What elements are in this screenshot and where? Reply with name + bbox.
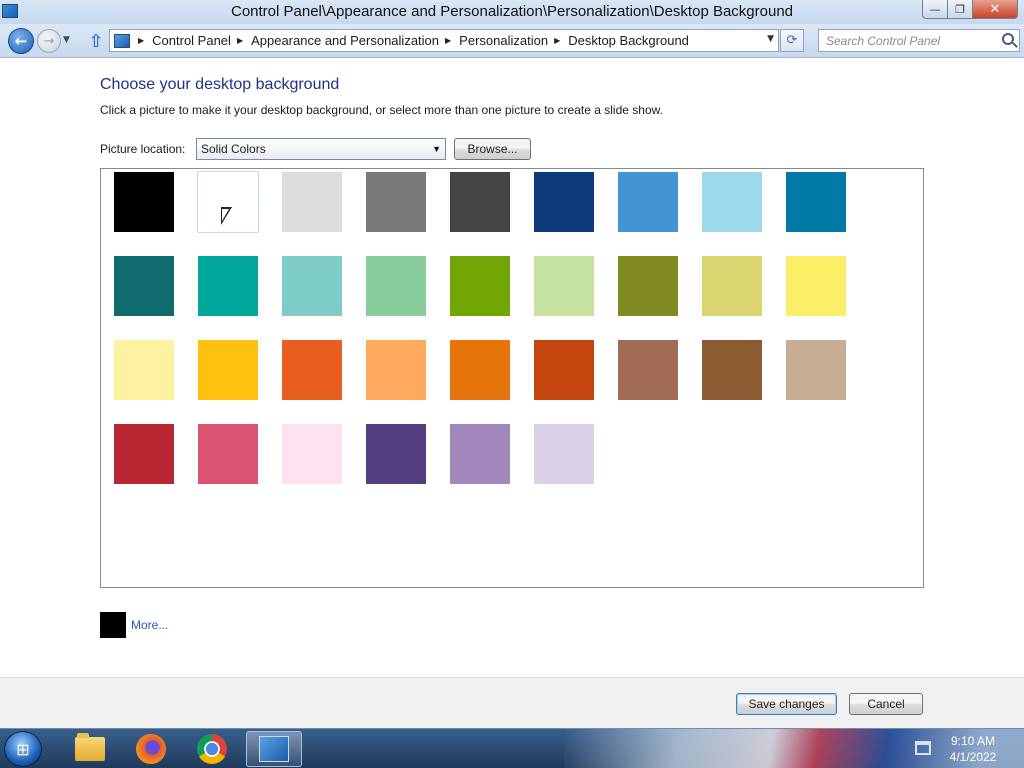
breadcrumb-control-panel[interactable]: Control Panel bbox=[152, 33, 231, 48]
chevron-down-icon: ▼ bbox=[432, 144, 441, 154]
windows-logo-icon: ⊞ bbox=[16, 739, 30, 759]
color-swatch[interactable] bbox=[282, 340, 342, 400]
chevron-right-icon[interactable]: ▶ bbox=[554, 36, 560, 45]
arrow-left-icon: ← bbox=[14, 32, 28, 50]
search-icon[interactable] bbox=[1002, 33, 1014, 45]
color-swatch[interactable] bbox=[114, 340, 174, 400]
back-button[interactable]: ← bbox=[8, 28, 34, 54]
color-swatch[interactable] bbox=[114, 172, 174, 232]
color-swatch[interactable] bbox=[366, 340, 426, 400]
color-swatch[interactable] bbox=[450, 424, 510, 484]
color-swatch[interactable] bbox=[786, 340, 846, 400]
breadcrumb-desktop-background[interactable]: Desktop Background bbox=[568, 33, 689, 48]
color-swatch[interactable] bbox=[534, 172, 594, 232]
chevron-right-icon[interactable]: ▶ bbox=[138, 36, 144, 45]
color-swatch[interactable] bbox=[786, 172, 846, 232]
refresh-button[interactable]: ⟳ bbox=[780, 29, 804, 52]
title-bar: Control Panel\Appearance and Personaliza… bbox=[0, 0, 1024, 24]
color-swatch[interactable] bbox=[198, 424, 258, 484]
picture-location-label: Picture location: bbox=[100, 142, 186, 156]
chevron-right-icon[interactable]: ▶ bbox=[445, 36, 451, 45]
chevron-right-icon[interactable]: ▶ bbox=[237, 36, 243, 45]
cancel-button[interactable]: Cancel bbox=[849, 693, 923, 715]
chevron-down-icon[interactable]: ▼ bbox=[767, 34, 774, 44]
more-colors-link[interactable]: More... bbox=[131, 618, 168, 632]
taskbar-firefox[interactable] bbox=[123, 731, 179, 767]
color-swatch[interactable] bbox=[114, 256, 174, 316]
up-button[interactable]: ⇧ bbox=[86, 30, 106, 52]
taskbar-chrome[interactable] bbox=[184, 731, 240, 767]
color-swatch[interactable] bbox=[366, 424, 426, 484]
start-button[interactable]: ⊞ bbox=[4, 731, 42, 767]
minimize-button[interactable]: — bbox=[922, 0, 948, 19]
close-button[interactable]: ✕ bbox=[973, 0, 1018, 19]
color-swatch[interactable] bbox=[198, 256, 258, 316]
color-swatch[interactable] bbox=[366, 172, 426, 232]
color-swatch[interactable] bbox=[450, 256, 510, 316]
taskbar-file-explorer[interactable] bbox=[62, 731, 118, 767]
save-changes-button[interactable]: Save changes bbox=[736, 693, 837, 715]
folder-icon bbox=[75, 733, 105, 761]
color-swatch[interactable] bbox=[282, 172, 342, 232]
firefox-icon bbox=[136, 734, 166, 764]
control-panel-icon bbox=[259, 736, 289, 762]
control-panel-icon bbox=[114, 33, 130, 48]
color-swatch[interactable] bbox=[282, 424, 342, 484]
current-color-preview bbox=[100, 612, 126, 638]
taskbar-control-panel[interactable] bbox=[246, 731, 302, 767]
maximize-button[interactable]: ❐ bbox=[948, 0, 973, 19]
mouse-cursor-icon bbox=[221, 207, 232, 225]
search-input[interactable] bbox=[819, 30, 997, 51]
color-swatch[interactable] bbox=[618, 256, 678, 316]
browse-button[interactable]: Browse... bbox=[454, 138, 531, 160]
network-icon[interactable] bbox=[915, 741, 931, 755]
recent-pages-dropdown[interactable]: ▼ bbox=[63, 35, 70, 45]
color-swatch[interactable] bbox=[534, 256, 594, 316]
page-title: Choose your desktop background bbox=[100, 76, 340, 93]
color-swatch[interactable] bbox=[114, 424, 174, 484]
breadcrumb-personalization[interactable]: Personalization bbox=[459, 33, 548, 48]
picture-location-dropdown[interactable]: Solid Colors ▼ bbox=[196, 138, 446, 160]
instruction-text: Click a picture to make it your desktop … bbox=[100, 103, 663, 117]
button-bar: Save changes Cancel bbox=[0, 677, 1024, 728]
color-swatch[interactable] bbox=[786, 256, 846, 316]
system-clock[interactable]: 9:10 AM 4/1/2022 bbox=[945, 733, 1001, 765]
clock-date: 4/1/2022 bbox=[949, 750, 997, 764]
color-swatch[interactable] bbox=[702, 256, 762, 316]
breadcrumb-appearance[interactable]: Appearance and Personalization bbox=[251, 33, 439, 48]
navigation-bar: ← → ▼ ⇧ ▶ Control Panel ▶ Appearance and… bbox=[0, 24, 1024, 58]
clock-time: 9:10 AM bbox=[950, 734, 996, 748]
color-swatch[interactable] bbox=[534, 340, 594, 400]
color-swatch[interactable] bbox=[450, 172, 510, 232]
taskbar: ⊞ 9:10 AM 4/1/2022 bbox=[0, 728, 1024, 768]
address-bar[interactable]: ▶ Control Panel ▶ Appearance and Persona… bbox=[109, 29, 779, 52]
color-gallery bbox=[100, 168, 924, 588]
picture-location-value: Solid Colors bbox=[201, 142, 266, 156]
color-swatch[interactable] bbox=[618, 172, 678, 232]
refresh-icon: ⟳ bbox=[786, 33, 798, 48]
window-title: Control Panel\Appearance and Personaliza… bbox=[230, 3, 794, 20]
color-swatch[interactable] bbox=[534, 424, 594, 484]
color-swatch[interactable] bbox=[702, 340, 762, 400]
color-swatch[interactable] bbox=[618, 340, 678, 400]
color-swatch[interactable] bbox=[450, 340, 510, 400]
search-box[interactable] bbox=[818, 29, 1020, 52]
color-swatch[interactable] bbox=[366, 256, 426, 316]
color-swatch[interactable] bbox=[702, 172, 762, 232]
arrow-right-icon: → bbox=[43, 33, 55, 49]
window-controls: — ❐ ✕ bbox=[922, 0, 1018, 19]
forward-button[interactable]: → bbox=[37, 29, 61, 53]
color-swatch[interactable] bbox=[198, 340, 258, 400]
arrow-up-icon: ⇧ bbox=[88, 30, 104, 52]
chrome-icon bbox=[197, 734, 227, 764]
color-swatch[interactable] bbox=[282, 256, 342, 316]
